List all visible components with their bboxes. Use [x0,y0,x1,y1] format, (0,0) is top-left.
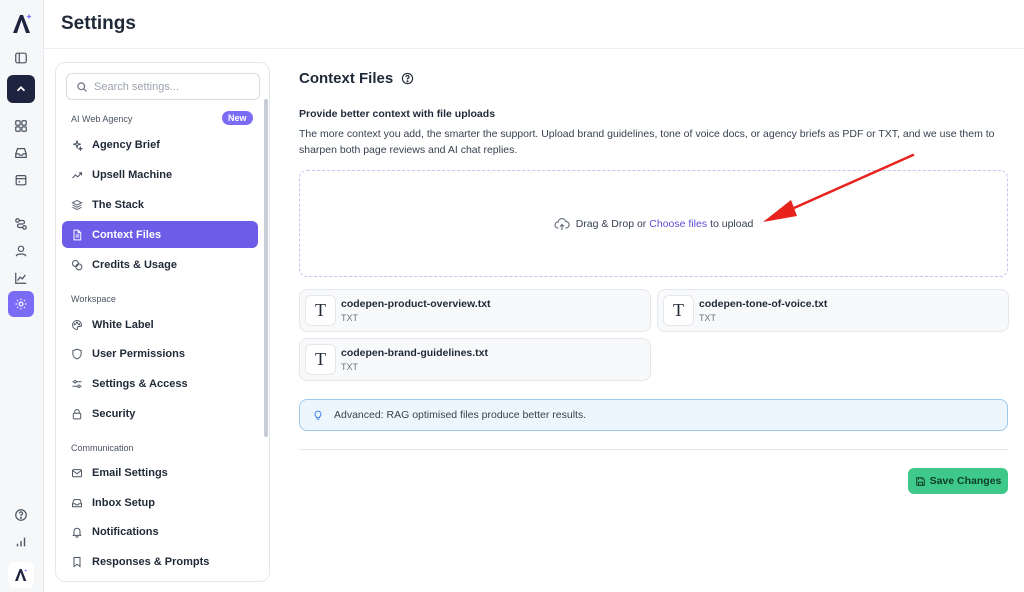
section-subtitle: Provide better context with file uploads [299,108,496,120]
file-type: TXT [699,313,716,323]
panel-icon[interactable] [10,47,32,69]
trending-up-icon [72,171,83,178]
annotation-arrow-icon [763,153,915,222]
file-name: codepen-tone-of-voice.txt [699,298,828,310]
section-title: Context Files [299,70,414,87]
sidebar-item-settings-access[interactable]: Settings & Access [62,370,258,397]
sidebar-item-email-settings[interactable]: Email Settings [62,459,258,486]
sidebar-item-upsell-machine[interactable]: Upsell Machine [62,161,258,188]
section-label-workspace: Workspace [71,294,116,304]
section-label-communication: Communication [71,443,134,453]
sidebar-item-label: Inbox Setup [92,496,155,509]
calendar-icon[interactable] [10,169,32,191]
help-circle-icon[interactable] [401,72,414,85]
inbox-icon [72,498,82,507]
help-icon[interactable] [10,504,32,526]
sidebar-item-label: The Stack [92,198,144,211]
sidebar-item-notifications[interactable]: Notifications [62,518,258,545]
sidebar-item-credits-usage[interactable]: Credits & Usage [62,251,258,278]
choose-files-link[interactable]: Choose files [649,218,707,230]
file-name: codepen-brand-guidelines.txt [341,347,489,359]
scrollbar[interactable] [264,99,268,437]
sidebar-item-the-stack[interactable]: The Stack [62,191,258,218]
file-text-icon [73,229,82,240]
workspace-logo-icon[interactable] [8,562,34,588]
app-rail [0,0,44,592]
text-file-icon: T [305,295,336,326]
sidebar-item-label: Agency Brief [92,138,160,151]
lock-icon [72,408,82,419]
chart-icon[interactable] [10,267,32,289]
logo-icon[interactable] [10,12,34,36]
save-icon [915,476,925,486]
settings-sidebar: AI Web Agency New Agency Brief Upsell Ma… [55,62,270,582]
bar-chart-icon[interactable] [10,531,32,553]
mail-icon [72,468,82,477]
sparkles-icon [73,139,83,151]
sidebar-item-agency-brief[interactable]: Agency Brief [62,131,258,158]
save-changes-label: Save Changes [929,475,1002,487]
file-type: TXT [341,313,358,323]
file-name: codepen-product-overview.txt [341,298,491,310]
search-icon [77,81,87,92]
sidebar-item-label: User Permissions [92,347,185,360]
sliders-icon [72,379,82,388]
gear-icon[interactable] [8,291,34,317]
layers-icon [71,199,83,210]
section-label-ai-web-agency: AI Web Agency [71,114,133,124]
text-file-icon: T [663,295,694,326]
content-divider [299,449,1008,450]
file-card[interactable]: T codepen-tone-of-voice.txt TXT [657,289,1009,332]
sidebar-item-inbox-setup[interactable]: Inbox Setup [62,489,258,516]
info-text: Advanced: RAG optimised files produce be… [334,409,587,421]
sidebar-item-label: Responses & Prompts [92,555,210,568]
sidebar-item-security[interactable]: Security [62,400,258,427]
sidebar-item-label: Upsell Machine [92,168,173,181]
bookmark-icon [73,556,81,567]
search-box[interactable] [66,73,260,100]
user-icon[interactable] [10,240,32,262]
sidebar-item-label: Credits & Usage [92,258,177,271]
palette-icon [72,319,82,330]
file-type: TXT [341,362,358,372]
sidebar-item-label: Settings & Access [92,377,188,390]
shield-icon [72,348,82,359]
new-badge: New [222,111,253,125]
sidebar-item-white-label[interactable]: White Label [62,311,258,338]
sidebar-item-user-permissions[interactable]: User Permissions [62,340,258,367]
header-divider [44,48,1024,49]
sidebar-item-label: Notifications [92,525,159,538]
info-callout: Advanced: RAG optimised files produce be… [299,399,1008,431]
text-file-icon: T [305,344,336,375]
dropzone-text: Drag & Drop or [575,217,647,230]
coins-icon [72,259,83,270]
page-title: Settings [61,13,136,34]
sidebar-item-label: Security [92,407,136,420]
file-card[interactable]: T codepen-brand-guidelines.txt TXT [299,338,651,381]
sidebar-item-label: Email Settings [92,466,168,479]
route-icon[interactable] [10,213,32,235]
file-card[interactable]: T codepen-product-overview.txt TXT [299,289,651,332]
save-changes-button[interactable]: Save Changes [908,468,1008,494]
search-input[interactable] [94,80,254,93]
inbox-icon[interactable] [10,142,32,164]
chevron-up-icon[interactable] [7,75,35,103]
sidebar-item-context-files[interactable]: Context Files [62,221,258,248]
sidebar-item-label: White Label [92,318,154,331]
section-title-text: Context Files [299,70,394,87]
grid-icon[interactable] [10,115,32,137]
bell-icon [72,527,82,538]
sidebar-item-label: Context Files [92,228,162,241]
lightbulb-icon [314,410,322,420]
sidebar-item-responses-prompts[interactable]: Responses & Prompts [62,548,258,575]
cloud-upload-icon [554,217,570,230]
dropzone-text-after: to upload [710,217,754,230]
